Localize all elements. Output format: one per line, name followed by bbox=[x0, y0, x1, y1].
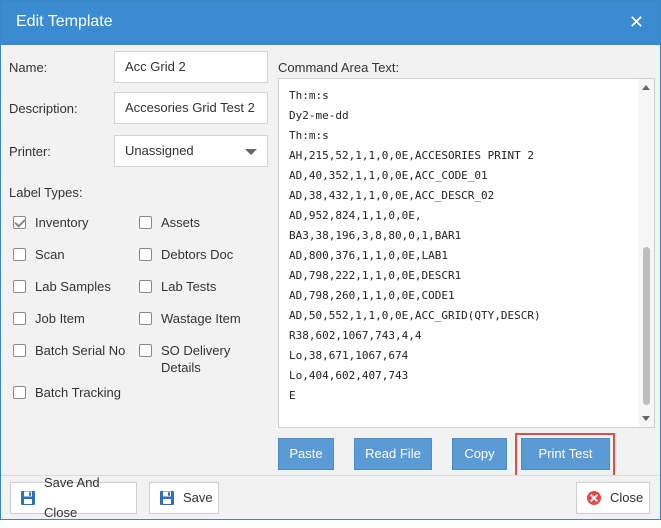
command-line: E bbox=[289, 389, 296, 402]
checkbox-box bbox=[139, 280, 152, 293]
checkbox-batch-serial-no[interactable]: Batch Serial No bbox=[13, 342, 125, 359]
command-line: AD,38,432,1,1,0,0E,ACC_DESCR_02 bbox=[289, 189, 495, 202]
checkbox-job-item[interactable]: Job Item bbox=[13, 310, 85, 327]
save-icon bbox=[159, 490, 175, 506]
checkbox-box bbox=[13, 280, 26, 293]
paste-button[interactable]: Paste bbox=[278, 438, 334, 470]
scroll-up-icon[interactable] bbox=[642, 85, 650, 90]
checkbox-box bbox=[13, 312, 26, 325]
checkbox-box bbox=[13, 216, 26, 229]
checkbox-label: Assets bbox=[161, 215, 201, 230]
checkbox-box bbox=[13, 344, 26, 357]
command-line: Th:m:s bbox=[289, 129, 329, 142]
name-label: Name: bbox=[9, 60, 48, 75]
command-area-textarea[interactable]: Th:m:s Dy2-me-dd Th:m:s AH,215,52,1,1,0,0E,… bbox=[278, 78, 655, 428]
printer-select-value: Unassigned bbox=[125, 143, 194, 158]
command-line: AD,952,824,1,1,0,0E, bbox=[289, 209, 422, 222]
close-icon[interactable]: ✕ bbox=[629, 12, 644, 33]
save-and-close-label: Save And Close bbox=[44, 475, 100, 520]
command-line: R38,602,1067,743,4,4 bbox=[289, 329, 422, 342]
scroll-down-icon[interactable] bbox=[642, 416, 650, 421]
checkbox-lab-tests[interactable]: Lab Tests bbox=[139, 278, 216, 295]
printer-label: Printer: bbox=[9, 144, 51, 159]
checkbox-label: Lab Samples bbox=[35, 279, 111, 294]
checkbox-wastage-item[interactable]: Wastage Item bbox=[139, 310, 241, 327]
command-line: Lo,404,602,407,743 bbox=[289, 369, 409, 382]
checkbox-label: SO Delivery Details bbox=[161, 343, 231, 375]
print-test-highlight bbox=[515, 433, 615, 478]
checkbox-box bbox=[139, 344, 152, 357]
checkbox-inventory[interactable]: Inventory bbox=[13, 214, 88, 231]
scrollbar[interactable] bbox=[639, 79, 654, 427]
dialog-title: Edit Template bbox=[16, 13, 113, 30]
checkbox-box bbox=[13, 386, 26, 399]
command-line: AD,40,352,1,1,0,0E,ACC_CODE_01 bbox=[289, 169, 488, 182]
checkbox-label: Batch Tracking bbox=[35, 385, 121, 400]
checkbox-box bbox=[139, 312, 152, 325]
checkbox-batch-tracking[interactable]: Batch Tracking bbox=[13, 384, 121, 401]
save-label: Save bbox=[183, 490, 213, 505]
checkbox-label: Wastage Item bbox=[161, 311, 241, 326]
dialog-titlebar: Edit Template ✕ bbox=[1, 1, 660, 45]
read-file-button[interactable]: Read File bbox=[354, 438, 432, 470]
close-label: Close bbox=[610, 490, 644, 505]
command-line: Dy2-me-dd bbox=[289, 109, 349, 122]
checkbox-label: Scan bbox=[35, 247, 65, 262]
close-button[interactable]: Close bbox=[576, 482, 650, 514]
description-label: Description: bbox=[9, 101, 78, 116]
command-line: Th:m:s bbox=[289, 89, 329, 102]
checkbox-box bbox=[13, 248, 26, 261]
checkbox-label: Debtors Doc bbox=[161, 247, 234, 262]
checkbox-debtors-doc[interactable]: Debtors Doc bbox=[139, 246, 233, 263]
checkbox-scan[interactable]: Scan bbox=[13, 246, 65, 263]
checkbox-label: Batch Serial No bbox=[35, 343, 126, 358]
command-line: AD,798,260,1,1,0,0E,CODE1 bbox=[289, 289, 455, 302]
checkbox-label: Lab Tests bbox=[161, 279, 217, 294]
label-types-label: Label Types: bbox=[9, 185, 83, 200]
description-input[interactable]: Accesories Grid Test 2 bbox=[114, 92, 268, 124]
printer-select[interactable]: Unassigned bbox=[114, 135, 268, 167]
command-area-label: Command Area Text: bbox=[278, 60, 400, 75]
checkbox-label: Job Item bbox=[35, 311, 85, 326]
checkbox-label: Inventory bbox=[35, 215, 89, 230]
checkbox-assets[interactable]: Assets bbox=[139, 214, 200, 231]
command-line: BA3,38,196,3,8,80,0,1,BAR1 bbox=[289, 229, 462, 242]
save-and-close-button[interactable]: Save And Close bbox=[10, 475, 137, 520]
command-line: AD,798,222,1,1,0,0E,DESCR1 bbox=[289, 269, 462, 282]
scrollbar-thumb[interactable] bbox=[643, 247, 650, 405]
close-circle-icon bbox=[586, 490, 602, 506]
command-line: Lo,38,671,1067,674 bbox=[289, 349, 409, 362]
checkbox-box bbox=[139, 216, 152, 229]
checkbox-so-delivery-details[interactable]: SO Delivery Details bbox=[139, 342, 230, 376]
command-area-text: Th:m:s Dy2-me-dd Th:m:s AH,215,52,1,1,0,0E,… bbox=[289, 86, 541, 406]
copy-button[interactable]: Copy bbox=[452, 438, 507, 470]
chevron-down-icon bbox=[245, 149, 257, 155]
checkbox-lab-samples[interactable]: Lab Samples bbox=[13, 278, 111, 295]
edit-template-dialog: Edit Template ✕ Name: Acc Grid 2 Descrip… bbox=[0, 0, 661, 520]
command-line: AD,800,376,1,1,0,0E,LAB1 bbox=[289, 249, 448, 262]
name-input[interactable]: Acc Grid 2 bbox=[114, 51, 268, 83]
command-line: AD,50,552,1,1,0,0E,ACC_GRID(QTY,DESCR) bbox=[289, 309, 541, 322]
command-line: AH,215,52,1,1,0,0E,ACCESORIES PRINT 2 bbox=[289, 149, 535, 162]
save-icon bbox=[20, 490, 36, 506]
checkbox-box bbox=[139, 248, 152, 261]
save-button[interactable]: Save bbox=[149, 482, 219, 514]
dialog-footer: Save And Close Save Close bbox=[1, 475, 660, 520]
